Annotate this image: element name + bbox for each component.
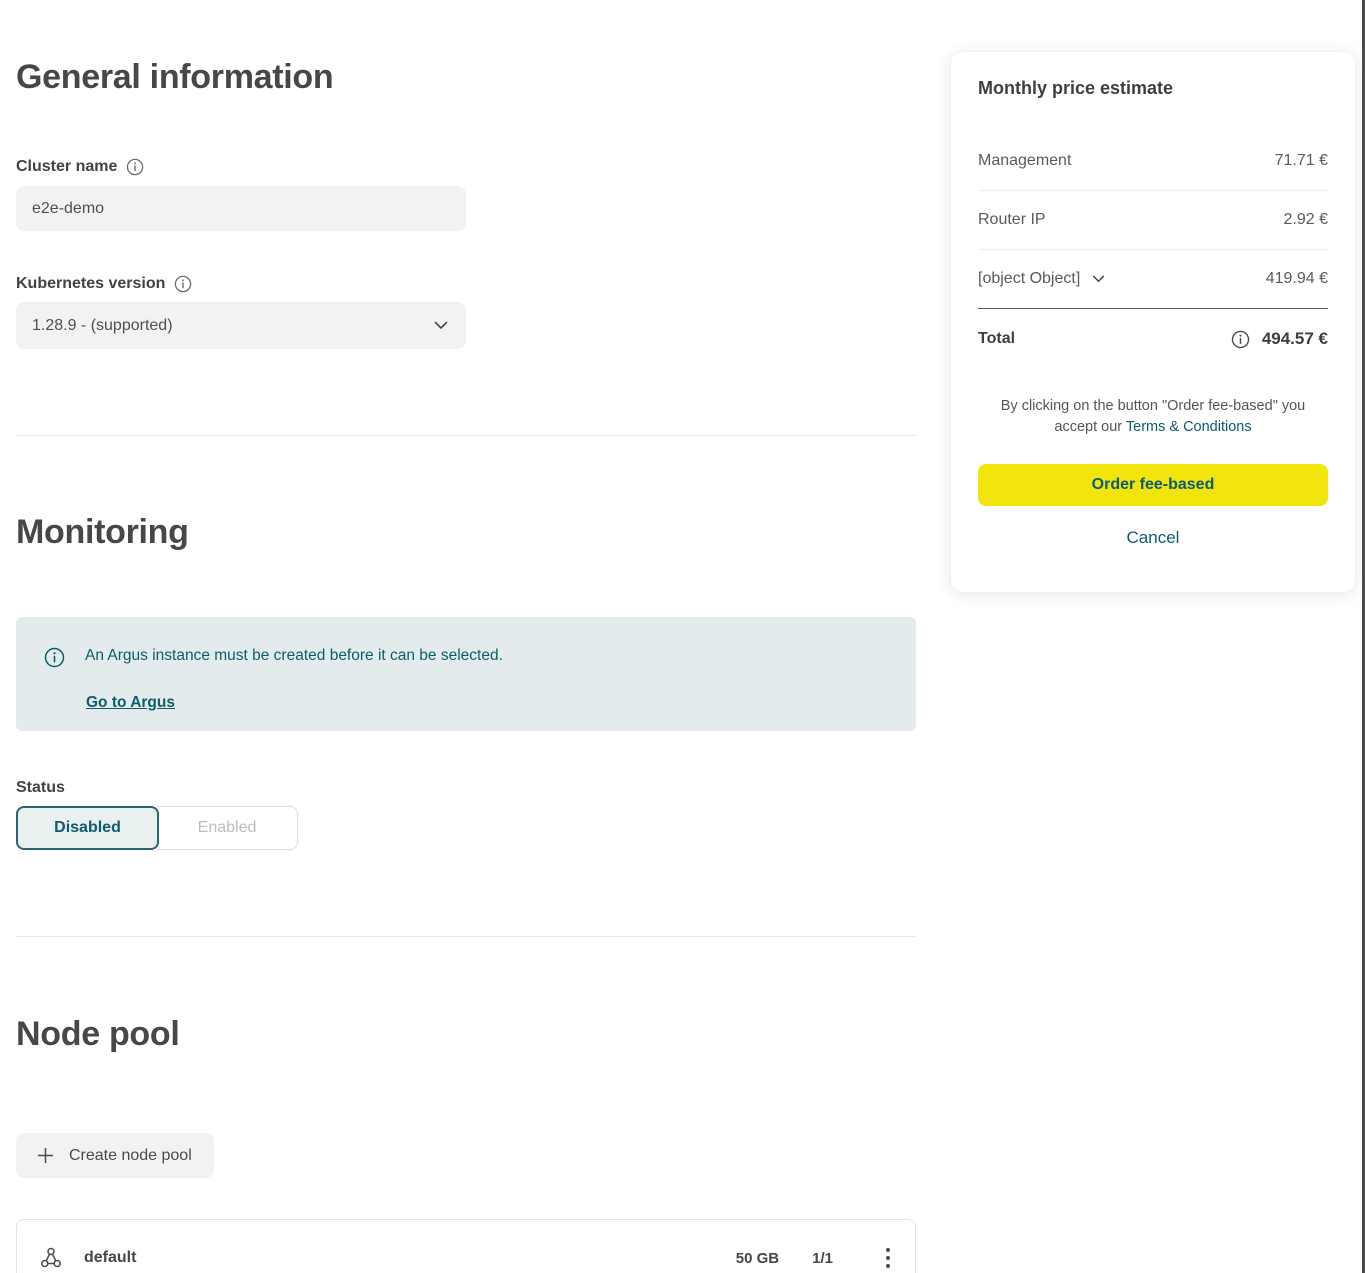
chevron-down-icon (434, 321, 448, 330)
total-info-icon[interactable] (1231, 330, 1250, 349)
node-pool-size: 50 GB (736, 1250, 779, 1267)
general-information-heading: General information (16, 58, 333, 97)
price-row-label: [object Object] (978, 270, 1080, 288)
price-row-label: Management (978, 152, 1071, 170)
section-divider (16, 936, 916, 937)
price-row-management: Management 71.71 € (978, 132, 1328, 191)
terms-text: By clicking on the button "Order fee-bas… (978, 396, 1328, 438)
cluster-name-info-icon[interactable] (126, 158, 144, 176)
cluster-name-label: Cluster name (16, 158, 144, 176)
create-node-pool-button[interactable]: Create node pool (16, 1133, 214, 1178)
kubernetes-version-selected-value: 1.28.9 - (supported) (32, 317, 173, 335)
terms-and-conditions-link[interactable]: Terms & Conditions (1126, 419, 1252, 435)
plus-icon (36, 1146, 55, 1165)
section-divider (16, 435, 916, 436)
cluster-name-label-text: Cluster name (16, 158, 117, 176)
node-pool-menu-button[interactable] (881, 1242, 895, 1273)
status-toggle-group: Disabled Enabled (16, 806, 298, 850)
node-pool-name: default (84, 1249, 736, 1267)
cluster-name-input[interactable] (16, 186, 466, 231)
kubernetes-version-select[interactable]: 1.28.9 - (supported) (16, 302, 466, 349)
terms-line1: By clicking on the button "Order fee-bas… (1001, 398, 1306, 414)
page: General information Cluster name Kuberne… (0, 0, 1365, 1273)
kubernetes-version-label-text: Kubernetes version (16, 275, 165, 293)
price-row-value: 71.71 € (1275, 152, 1328, 170)
terms-prefix: accept our (1054, 419, 1125, 435)
price-row-object: [object Object] 419.94 € (978, 250, 1328, 309)
cancel-button[interactable]: Cancel (978, 528, 1328, 548)
go-to-argus-link[interactable]: Go to Argus (86, 694, 175, 712)
price-card-title: Monthly price estimate (978, 78, 1328, 99)
alert-message: An Argus instance must be created before… (85, 646, 503, 666)
monitoring-heading: Monitoring (16, 513, 189, 552)
node-pool-heading: Node pool (16, 1015, 180, 1054)
price-rows: Management 71.71 € Router IP 2.92 € [obj… (978, 132, 1328, 309)
argus-info-alert: An Argus instance must be created before… (16, 617, 916, 731)
kubernetes-version-label: Kubernetes version (16, 275, 192, 293)
price-row-value: 419.94 € (1266, 270, 1328, 288)
status-label: Status (16, 779, 65, 797)
status-option-enabled[interactable]: Enabled (157, 806, 298, 850)
expand-row-chevron-down-icon[interactable] (1092, 275, 1105, 283)
order-fee-based-button[interactable]: Order fee-based (978, 464, 1328, 506)
price-row-value: 2.92 € (1284, 211, 1328, 229)
price-row-label: Router IP (978, 211, 1046, 229)
node-pool-node-count: 1/1 (812, 1250, 833, 1267)
kubernetes-version-info-icon[interactable] (174, 275, 192, 293)
total-row: Total 494.57 € (978, 309, 1328, 369)
node-pool-row[interactable]: default 50 GB 1/1 (16, 1219, 916, 1273)
status-option-disabled[interactable]: Disabled (16, 806, 159, 850)
total-amount: 494.57 € (1262, 329, 1328, 349)
node-pool-icon (39, 1246, 63, 1270)
total-label: Total (978, 330, 1015, 348)
create-node-pool-label: Create node pool (69, 1147, 192, 1165)
monthly-price-estimate-card: Monthly price estimate Management 71.71 … (951, 52, 1355, 592)
price-row-router-ip: Router IP 2.92 € (978, 191, 1328, 250)
alert-info-icon (44, 647, 65, 673)
